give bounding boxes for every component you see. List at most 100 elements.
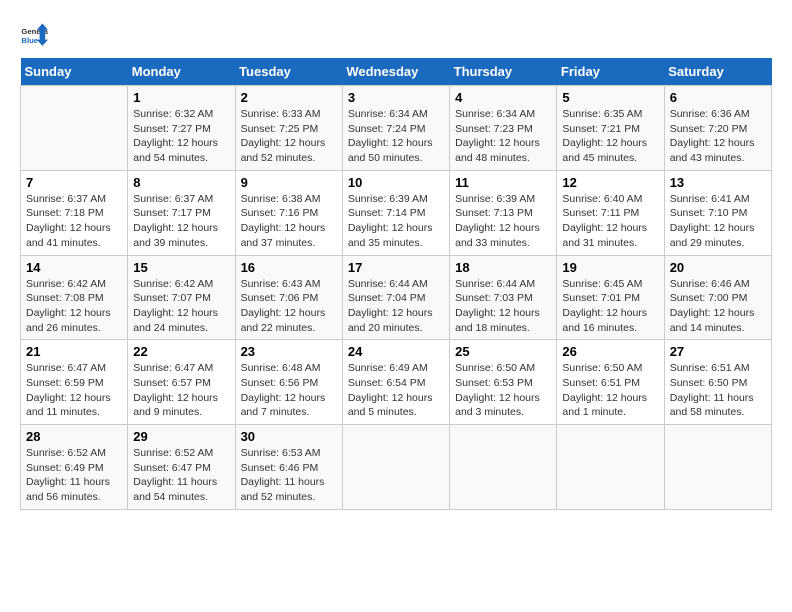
- day-cell: 26 Sunrise: 6:50 AM Sunset: 6:51 PM Dayli…: [557, 340, 664, 425]
- day-cell: [450, 425, 557, 510]
- day-number: 2: [241, 90, 337, 105]
- day-number: 25: [455, 344, 551, 359]
- day-cell: 14 Sunrise: 6:42 AM Sunset: 7:08 PM Dayli…: [21, 255, 128, 340]
- day-number: 10: [348, 175, 444, 190]
- day-number: 30: [241, 429, 337, 444]
- day-header-thursday: Thursday: [450, 58, 557, 86]
- day-cell: 17Sunrise: 6:44 AM Sunset: 7:04 PM Dayli…: [342, 255, 449, 340]
- day-cell: 5 Sunrise: 6:35 AM Sunset: 7:21 PM Daylig…: [557, 86, 664, 171]
- day-cell: 19 Sunrise: 6:45 AM Sunset: 7:01 PM Dayli…: [557, 255, 664, 340]
- day-cell: 12 Sunrise: 6:40 AM Sunset: 7:11 PM Dayli…: [557, 170, 664, 255]
- week-row-3: 14 Sunrise: 6:42 AM Sunset: 7:08 PM Dayli…: [21, 255, 772, 340]
- day-cell: [21, 86, 128, 171]
- day-info: Sunrise: 6:42 AM Sunset: 7:07 PM Dayligh…: [133, 277, 229, 336]
- day-info: Sunrise: 6:32 AM Sunset: 7:27 PM Dayligh…: [133, 107, 229, 166]
- day-info: Sunrise: 6:41 AM Sunset: 7:10 PM Dayligh…: [670, 192, 766, 251]
- week-row-1: 1 Sunrise: 6:32 AM Sunset: 7:27 PM Daylig…: [21, 86, 772, 171]
- day-cell: 28 Sunrise: 6:52 AM Sunset: 6:49 PM Dayli…: [21, 425, 128, 510]
- day-info: Sunrise: 6:46 AM Sunset: 7:00 PM Dayligh…: [670, 277, 766, 336]
- day-cell: 16Sunrise: 6:43 AM Sunset: 7:06 PM Dayli…: [235, 255, 342, 340]
- day-info: Sunrise: 6:38 AM Sunset: 7:16 PM Dayligh…: [241, 192, 337, 251]
- day-number: 26: [562, 344, 658, 359]
- day-info: Sunrise: 6:48 AM Sunset: 6:56 PM Dayligh…: [241, 361, 337, 420]
- day-header-saturday: Saturday: [664, 58, 771, 86]
- day-number: 27: [670, 344, 766, 359]
- day-number: 12: [562, 175, 658, 190]
- calendar: SundayMondayTuesdayWednesdayThursdayFrid…: [20, 58, 772, 510]
- day-number: 6: [670, 90, 766, 105]
- day-info: Sunrise: 6:40 AM Sunset: 7:11 PM Dayligh…: [562, 192, 658, 251]
- day-info: Sunrise: 6:47 AM Sunset: 6:57 PM Dayligh…: [133, 361, 229, 420]
- logo: General Blue: [20, 20, 48, 48]
- day-number: 24: [348, 344, 444, 359]
- day-cell: 23 Sunrise: 6:48 AM Sunset: 6:56 PM Dayli…: [235, 340, 342, 425]
- day-cell: 18Sunrise: 6:44 AM Sunset: 7:03 PM Dayli…: [450, 255, 557, 340]
- day-number: 4: [455, 90, 551, 105]
- day-number: 7: [26, 175, 122, 190]
- day-cell: 10 Sunrise: 6:39 AM Sunset: 7:14 PM Dayli…: [342, 170, 449, 255]
- day-info: Sunrise: 6:50 AM Sunset: 6:53 PM Dayligh…: [455, 361, 551, 420]
- day-cell: 4 Sunrise: 6:34 AM Sunset: 7:23 PM Daylig…: [450, 86, 557, 171]
- day-cell: [557, 425, 664, 510]
- day-info: Sunrise: 6:42 AM Sunset: 7:08 PM Dayligh…: [26, 277, 122, 336]
- header: General Blue: [20, 20, 772, 48]
- day-number: 22: [133, 344, 229, 359]
- week-row-2: 7 Sunrise: 6:37 AM Sunset: 7:18 PM Daylig…: [21, 170, 772, 255]
- day-cell: 1 Sunrise: 6:32 AM Sunset: 7:27 PM Daylig…: [128, 86, 235, 171]
- day-number: 13: [670, 175, 766, 190]
- day-cell: [664, 425, 771, 510]
- day-cell: 13 Sunrise: 6:41 AM Sunset: 7:10 PM Dayli…: [664, 170, 771, 255]
- day-number: 17: [348, 260, 444, 275]
- day-number: 18: [455, 260, 551, 275]
- day-number: 23: [241, 344, 337, 359]
- day-cell: 9 Sunrise: 6:38 AM Sunset: 7:16 PM Daylig…: [235, 170, 342, 255]
- day-number: 5: [562, 90, 658, 105]
- day-number: 20: [670, 260, 766, 275]
- week-row-5: 28 Sunrise: 6:52 AM Sunset: 6:49 PM Dayli…: [21, 425, 772, 510]
- day-number: 16: [241, 260, 337, 275]
- day-info: Sunrise: 6:39 AM Sunset: 7:14 PM Dayligh…: [348, 192, 444, 251]
- day-info: Sunrise: 6:37 AM Sunset: 7:17 PM Dayligh…: [133, 192, 229, 251]
- day-info: Sunrise: 6:33 AM Sunset: 7:25 PM Dayligh…: [241, 107, 337, 166]
- day-number: 29: [133, 429, 229, 444]
- day-cell: 3 Sunrise: 6:34 AM Sunset: 7:24 PM Daylig…: [342, 86, 449, 171]
- day-info: Sunrise: 6:45 AM Sunset: 7:01 PM Dayligh…: [562, 277, 658, 336]
- day-cell: 25 Sunrise: 6:50 AM Sunset: 6:53 PM Dayli…: [450, 340, 557, 425]
- day-cell: 6 Sunrise: 6:36 AM Sunset: 7:20 PM Daylig…: [664, 86, 771, 171]
- day-info: Sunrise: 6:37 AM Sunset: 7:18 PM Dayligh…: [26, 192, 122, 251]
- day-cell: 21Sunrise: 6:47 AM Sunset: 6:59 PM Dayli…: [21, 340, 128, 425]
- day-header-wednesday: Wednesday: [342, 58, 449, 86]
- day-cell: 30Sunrise: 6:53 AM Sunset: 6:46 PM Dayli…: [235, 425, 342, 510]
- day-info: Sunrise: 6:34 AM Sunset: 7:24 PM Dayligh…: [348, 107, 444, 166]
- day-number: 3: [348, 90, 444, 105]
- svg-text:Blue: Blue: [21, 36, 38, 45]
- day-number: 11: [455, 175, 551, 190]
- day-info: Sunrise: 6:36 AM Sunset: 7:20 PM Dayligh…: [670, 107, 766, 166]
- day-number: 14: [26, 260, 122, 275]
- day-cell: 20 Sunrise: 6:46 AM Sunset: 7:00 PM Dayli…: [664, 255, 771, 340]
- day-number: 9: [241, 175, 337, 190]
- day-number: 19: [562, 260, 658, 275]
- day-number: 21: [26, 344, 122, 359]
- day-info: Sunrise: 6:50 AM Sunset: 6:51 PM Dayligh…: [562, 361, 658, 420]
- day-cell: 29 Sunrise: 6:52 AM Sunset: 6:47 PM Dayli…: [128, 425, 235, 510]
- week-row-4: 21Sunrise: 6:47 AM Sunset: 6:59 PM Dayli…: [21, 340, 772, 425]
- day-number: 8: [133, 175, 229, 190]
- day-info: Sunrise: 6:52 AM Sunset: 6:47 PM Dayligh…: [133, 446, 229, 505]
- day-cell: 27Sunrise: 6:51 AM Sunset: 6:50 PM Dayli…: [664, 340, 771, 425]
- day-cell: 11 Sunrise: 6:39 AM Sunset: 7:13 PM Dayli…: [450, 170, 557, 255]
- logo-icon: General Blue: [20, 20, 48, 48]
- day-header-monday: Monday: [128, 58, 235, 86]
- day-info: Sunrise: 6:34 AM Sunset: 7:23 PM Dayligh…: [455, 107, 551, 166]
- day-info: Sunrise: 6:39 AM Sunset: 7:13 PM Dayligh…: [455, 192, 551, 251]
- day-cell: 7 Sunrise: 6:37 AM Sunset: 7:18 PM Daylig…: [21, 170, 128, 255]
- day-number: 1: [133, 90, 229, 105]
- day-number: 15: [133, 260, 229, 275]
- day-cell: 15 Sunrise: 6:42 AM Sunset: 7:07 PM Dayli…: [128, 255, 235, 340]
- day-header-tuesday: Tuesday: [235, 58, 342, 86]
- day-info: Sunrise: 6:35 AM Sunset: 7:21 PM Dayligh…: [562, 107, 658, 166]
- day-info: Sunrise: 6:52 AM Sunset: 6:49 PM Dayligh…: [26, 446, 122, 505]
- day-number: 28: [26, 429, 122, 444]
- day-cell: 24Sunrise: 6:49 AM Sunset: 6:54 PM Dayli…: [342, 340, 449, 425]
- day-cell: [342, 425, 449, 510]
